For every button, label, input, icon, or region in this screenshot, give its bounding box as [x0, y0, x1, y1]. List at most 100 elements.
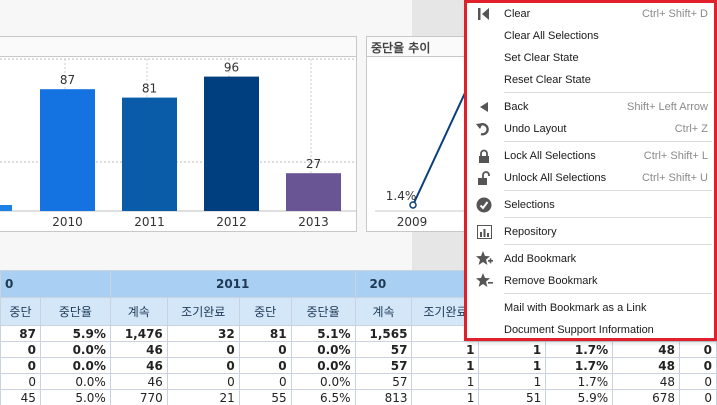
table-cell[interactable]: 0.0% — [39, 357, 111, 374]
bar-chart[interactable]: 87 81 96 27 2010 2011 2012 2013 — [0, 57, 357, 231]
table-cell[interactable]: 81 — [238, 325, 292, 342]
menu-item-unlock-all-selections[interactable]: Unlock All Selections Ctrl+ Shift+ U — [467, 167, 714, 189]
bar-2009[interactable] — [0, 205, 12, 211]
table-cell[interactable]: 1 — [478, 341, 547, 358]
column-header-cell[interactable]: 계속 — [109, 297, 168, 326]
menu-item-set-clear-state[interactable]: Set Clear State — [467, 47, 714, 69]
table-cell[interactable]: 1,565 — [354, 325, 413, 342]
menu-item-clear-all-selections[interactable]: Clear All Selections — [467, 25, 714, 47]
table-cell[interactable]: 48 — [612, 341, 680, 358]
table-cell[interactable]: 5.9% — [39, 325, 111, 342]
column-header-cell[interactable]: 중단 — [238, 297, 292, 326]
column-header-cell[interactable]: 조기완료 — [166, 297, 240, 326]
table-cell[interactable]: 5.1% — [290, 325, 356, 342]
table-cell[interactable]: 678 — [612, 389, 680, 405]
bar-value-label-2012: 96 — [224, 61, 239, 75]
table-cell[interactable]: 48 — [612, 373, 680, 390]
year-cell[interactable]: 2011 — [109, 270, 356, 298]
table-cell[interactable]: 45 — [0, 389, 41, 405]
menu-item-label: Repository — [504, 226, 557, 238]
selections-icon — [475, 197, 493, 213]
bar-2012[interactable] — [204, 76, 259, 211]
menu-item-shortcut: Ctrl+ Shift+ D — [641, 8, 708, 20]
column-header-cell[interactable]: 계속 — [354, 297, 413, 326]
column-header-cell[interactable]: 중단 — [0, 297, 41, 326]
table-cell[interactable]: 46 — [109, 357, 168, 374]
clear-icon — [475, 6, 493, 22]
bar-2013[interactable] — [286, 173, 341, 211]
table-cell[interactable]: 0 — [0, 373, 41, 390]
table-cell[interactable]: 0 — [0, 341, 41, 358]
table-cell[interactable]: 5.0% — [39, 389, 111, 405]
table-cell[interactable]: 46 — [109, 341, 168, 358]
year-cell[interactable]: 0 — [0, 270, 111, 298]
table-cell[interactable]: 0 — [679, 373, 717, 390]
table-cell[interactable]: 5.9% — [545, 389, 614, 405]
table-cell[interactable]: 0 — [238, 357, 292, 374]
menu-item-back[interactable]: Back Shift+ Left Arrow — [467, 96, 714, 118]
table-cell[interactable]: 1 — [478, 373, 547, 390]
table-cell[interactable]: 21 — [166, 389, 240, 405]
menu-item-label: Mail with Bookmark as a Link — [504, 302, 647, 314]
bar-2011[interactable] — [122, 97, 177, 211]
menu-item-document-support-information[interactable]: Document Support Information — [467, 319, 714, 341]
table-cell[interactable]: 0 — [679, 389, 717, 405]
menu-item-repository[interactable]: Repository — [467, 221, 714, 243]
table-cell[interactable]: 46 — [109, 373, 168, 390]
table-cell[interactable]: 0.0% — [39, 341, 111, 358]
table-cell[interactable]: 813 — [354, 389, 413, 405]
menu-item-remove-bookmark[interactable]: Remove Bookmark — [467, 270, 714, 292]
table-cell[interactable]: 0 — [0, 357, 41, 374]
column-header-cell[interactable]: 중단율 — [39, 297, 111, 326]
line-chart-title: 중단율 추이 — [367, 37, 475, 57]
menu-item-mail-with-bookmark-as-a-link[interactable]: Mail with Bookmark as a Link — [467, 297, 714, 319]
table-cell[interactable]: 57 — [354, 341, 413, 358]
menu-item-reset-clear-state[interactable]: Reset Clear State — [467, 69, 714, 91]
column-header-cell[interactable]: 중단율 — [290, 297, 356, 326]
menu-item-lock-all-selections[interactable]: Lock All Selections Ctrl+ Shift+ L — [467, 145, 714, 167]
table-cell[interactable]: 55 — [238, 389, 292, 405]
menu-item-clear[interactable]: Clear Ctrl+ Shift+ D — [467, 3, 714, 25]
table-cell[interactable]: 0 — [166, 341, 240, 358]
table-cell[interactable]: 51 — [478, 389, 547, 405]
table-cell[interactable]: 770 — [109, 389, 168, 405]
table-cell[interactable]: 0.0% — [290, 373, 356, 390]
bar-2010[interactable] — [40, 89, 95, 211]
table-cell[interactable]: 57 — [354, 357, 413, 374]
table-cell[interactable]: 0.0% — [39, 373, 111, 390]
table-row[interactable]: 0 0.0% 46 0 0 0.0% 57 1 1 1.7% 48 0 — [0, 357, 717, 374]
table-cell[interactable]: 0 — [238, 373, 292, 390]
table-row[interactable]: 0 0.0% 46 0 0 0.0% 57 1 1 1.7% 48 0 — [0, 373, 717, 390]
table-cell[interactable]: 1 — [411, 357, 480, 374]
table-cell[interactable]: 1.7% — [545, 373, 614, 390]
table-cell[interactable]: 0.0% — [290, 357, 356, 374]
table-cell[interactable]: 48 — [612, 357, 680, 374]
repository-icon — [475, 224, 493, 240]
table-cell[interactable]: 0.0% — [290, 341, 356, 358]
line-chart-tick-2009: 2009 — [397, 215, 428, 229]
line-chart[interactable]: 1.4% 2009 — [367, 57, 477, 231]
table-cell[interactable]: 1 — [411, 389, 480, 405]
table-cell[interactable]: 57 — [354, 373, 413, 390]
menu-item-undo-layout[interactable]: Undo Layout Ctrl+ Z — [467, 118, 714, 140]
table-cell[interactable]: 32 — [166, 325, 240, 342]
table-cell[interactable]: 1 — [411, 373, 480, 390]
table-cell[interactable]: 0 — [166, 357, 240, 374]
menu-separator — [504, 92, 712, 93]
menu-item-add-bookmark[interactable]: Add Bookmark — [467, 248, 714, 270]
back-icon — [475, 99, 493, 115]
table-cell[interactable]: 1.7% — [545, 341, 614, 358]
table-cell[interactable]: 1 — [478, 357, 547, 374]
table-cell[interactable]: 87 — [0, 325, 41, 342]
table-cell[interactable]: 0 — [679, 341, 717, 358]
table-cell[interactable]: 0 — [679, 357, 717, 374]
table-cell[interactable]: 0 — [166, 373, 240, 390]
table-cell[interactable]: 1.7% — [545, 357, 614, 374]
table-cell[interactable]: 1,476 — [109, 325, 168, 342]
table-row[interactable]: 0 0.0% 46 0 0 0.0% 57 1 1 1.7% 48 0 — [0, 341, 717, 358]
table-cell[interactable]: 6.5% — [290, 389, 356, 405]
table-cell[interactable]: 0 — [238, 341, 292, 358]
table-cell[interactable]: 1 — [411, 341, 480, 358]
table-row[interactable]: 45 5.0% 770 21 55 6.5% 813 1 51 5.9% 678 0 — [0, 389, 717, 405]
menu-item-selections[interactable]: Selections — [467, 194, 714, 216]
